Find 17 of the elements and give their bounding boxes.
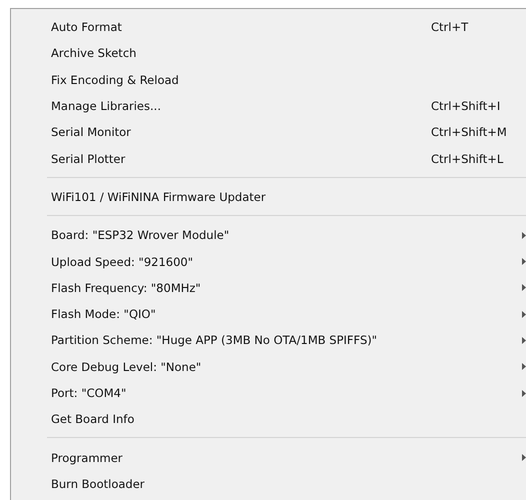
- menu-item[interactable]: WiFi101 / WiFiNINA Firmware Updater: [11, 184, 526, 210]
- menu-item[interactable]: Auto Format Ctrl+T: [11, 14, 526, 40]
- menu-item[interactable]: Core Debug Level: "None": [11, 354, 526, 380]
- menu-item[interactable]: Manage Libraries... Ctrl+Shift+I: [11, 92, 526, 120]
- menu-item[interactable]: Flash Frequency: "80MHz": [11, 274, 526, 301]
- menu-item[interactable]: Serial Plotter Ctrl+Shift+L: [11, 145, 526, 172]
- menu-item[interactable]: Partition Scheme: "Huge APP (3MB No OTA/1MB SPIFFS)": [11, 327, 526, 354]
- menu-item[interactable]: Archive Sketch: [11, 40, 526, 67]
- menu-item[interactable]: Board: "ESP32 Wrover Module": [11, 222, 526, 248]
- menu-item[interactable]: Get Board Info: [11, 406, 526, 432]
- menu-item[interactable]: Upload Speed: "921600": [11, 248, 526, 275]
- menu-item[interactable]: Fix Encoding & Reload: [11, 66, 526, 93]
- menu-item[interactable]: Programmer: [11, 444, 526, 471]
- menu-item[interactable]: Flash Mode: "QIO": [11, 300, 526, 328]
- menu-item[interactable]: Burn Bootloader: [11, 470, 526, 498]
- menu-item[interactable]: Serial Monitor Ctrl+Shift+M: [11, 119, 526, 146]
- menu-item[interactable]: Port: "COM4": [11, 380, 526, 406]
